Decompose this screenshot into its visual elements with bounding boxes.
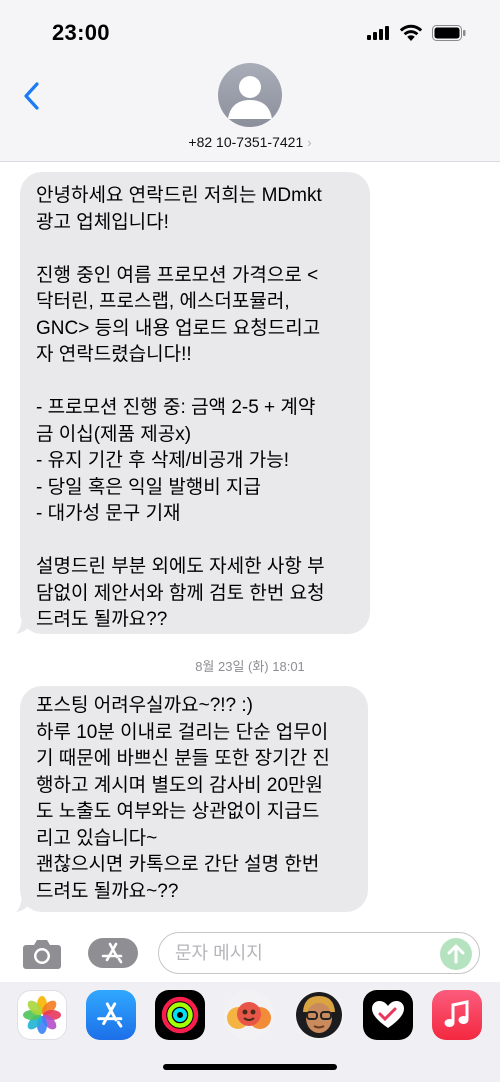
status-time: 23:00 — [52, 20, 110, 45]
contact-number: +82 10-7351-7421 — [188, 134, 304, 150]
back-button[interactable] — [16, 78, 46, 114]
conversation-header: 23:00 +82 10-7351-7421 › — [0, 0, 500, 162]
chevron-right-icon: › — [307, 134, 312, 150]
app-store-icon[interactable] — [86, 990, 136, 1040]
cellular-signal-icon — [367, 26, 389, 40]
music-app-icon[interactable] — [432, 990, 482, 1040]
battery-icon — [432, 25, 466, 41]
send-button[interactable] — [440, 938, 472, 970]
activity-app-icon[interactable] — [155, 990, 205, 1040]
incoming-message-bubble[interactable]: 포스팅 어려우실까요~?!? :) 하루 10분 이내로 걸리는 단순 업무이 … — [20, 686, 368, 912]
app-store-drawer-button[interactable] — [88, 938, 138, 968]
music-note-icon — [444, 1000, 469, 1027]
camera-icon[interactable] — [22, 936, 62, 970]
activity-rings-icon — [161, 996, 199, 1034]
photos-app-icon[interactable] — [17, 990, 67, 1040]
heart-icon — [372, 1001, 404, 1028]
message-input[interactable] — [158, 932, 480, 974]
status-bar: 23:00 — [0, 0, 500, 64]
contact-name-button[interactable]: +82 10-7351-7421 › — [0, 134, 500, 150]
wifi-icon — [399, 24, 423, 41]
contact-avatar[interactable] — [218, 63, 282, 127]
memoji-face-icon — [296, 992, 342, 1038]
memoji-icon[interactable] — [294, 990, 344, 1040]
message-timestamp: 8월 23일 (화) 18:01 — [195, 659, 305, 674]
emoji-faces-icon — [227, 1002, 271, 1029]
app-store-a-icon — [97, 1002, 123, 1028]
person-silhouette-icon — [228, 76, 272, 119]
memoji-stickers-icon[interactable] — [224, 990, 274, 1040]
incoming-message-bubble[interactable]: 안녕하세요 연락드린 저희는 MDmkt 광고 업체입니다! 진행 중인 여름 … — [20, 172, 370, 634]
chevron-left-icon — [24, 82, 39, 110]
heart-digital-touch-icon[interactable] — [363, 990, 413, 1040]
photos-flower-icon — [23, 996, 61, 1034]
home-indicator[interactable] — [163, 1064, 337, 1070]
app-store-a-icon — [101, 942, 123, 964]
arrow-up-icon — [447, 944, 465, 964]
